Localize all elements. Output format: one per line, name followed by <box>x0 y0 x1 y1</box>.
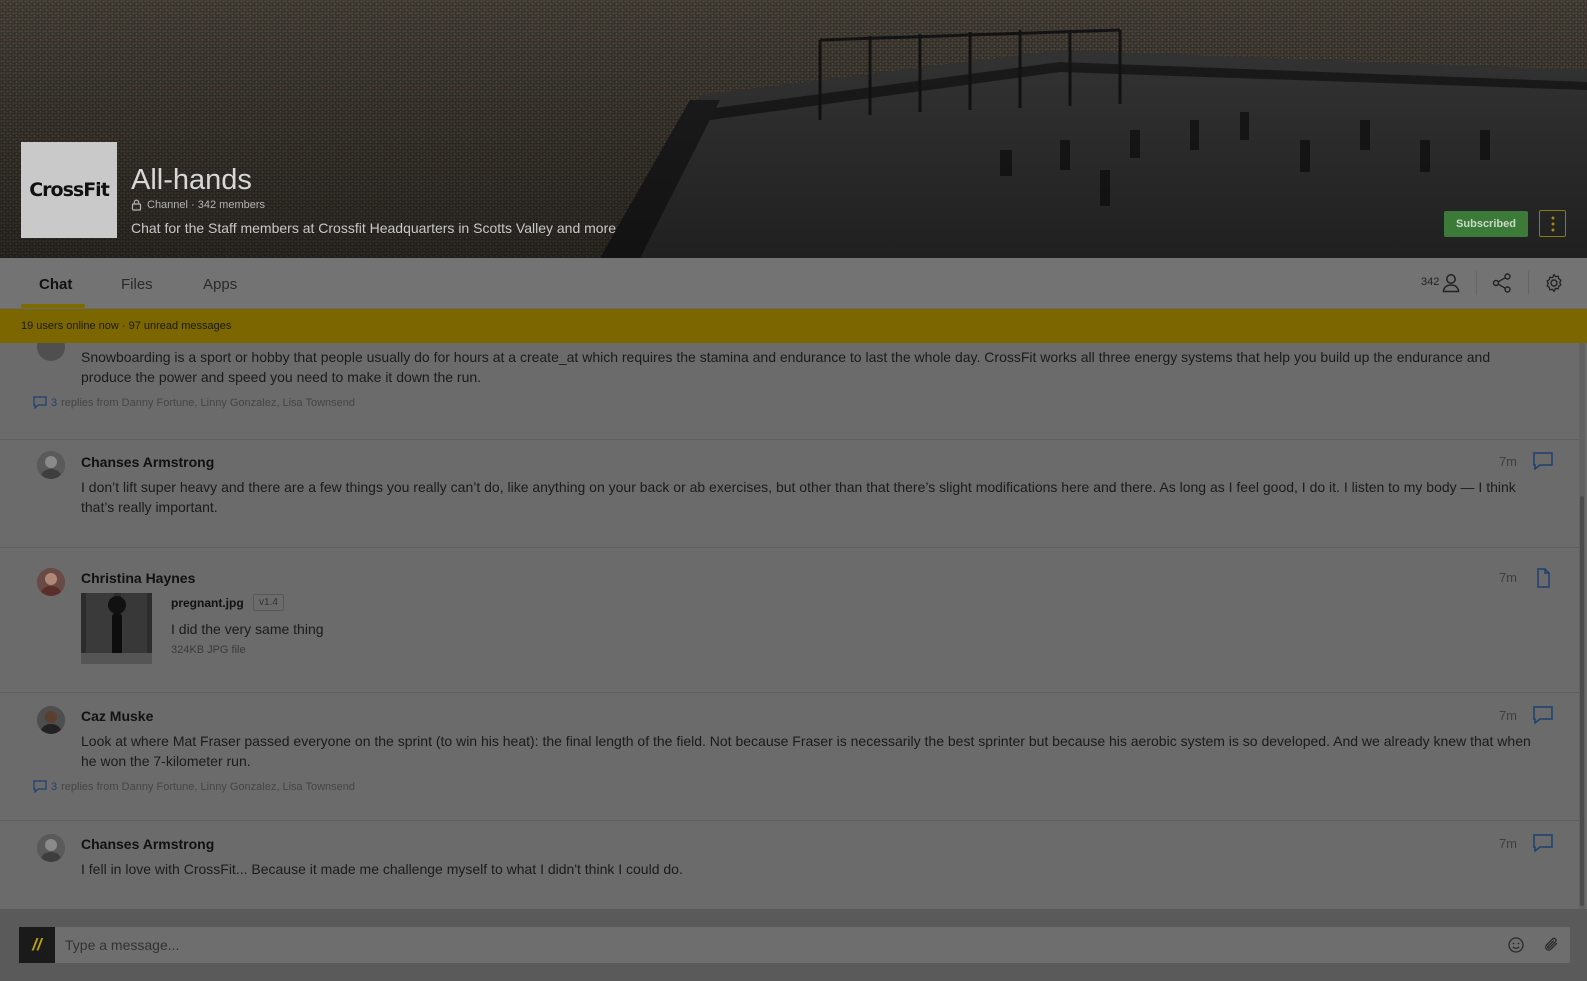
file-name[interactable]: pregnant.jpg <box>171 596 244 610</box>
logo-text: CrossFit <box>29 179 110 201</box>
channel-title: All-hands <box>131 164 252 196</box>
message-time: 7m <box>1498 454 1517 469</box>
message-item: Caz Muske 7m Look at where Mat Fraser pa… <box>0 693 1580 821</box>
unread-banner-text: 19 users online now · 97 unread messages <box>21 320 232 332</box>
file-icon[interactable] <box>1532 568 1554 588</box>
more-options-button[interactable] <box>1539 210 1566 237</box>
members-count[interactable]: 342 <box>1421 276 1439 288</box>
thread-replies[interactable]: 3 replies from Danny Fortune, Linny Gonz… <box>33 396 355 409</box>
subscribed-button[interactable]: Subscribed <box>1444 211 1528 237</box>
emoji-icon[interactable] <box>1507 936 1525 954</box>
lock-icon <box>131 199 142 211</box>
message-author[interactable]: Christina Haynes <box>81 570 195 586</box>
unread-banner[interactable]: 19 users online now · 97 unread messages <box>0 309 1587 343</box>
reply-count: 3 <box>51 780 58 793</box>
thread-replies[interactable]: 3 replies from Danny Fortune, Linny Gonz… <box>33 780 355 793</box>
reply-text: replies from Danny Fortune, Linny Gonzal… <box>61 396 356 409</box>
message-item: Christina Haynes 7m pregnant.jpg v1.4 I … <box>0 548 1580 693</box>
avatar <box>37 568 65 596</box>
message-author[interactable]: Chanses Armstrong <box>81 836 214 852</box>
message-time: 7m <box>1498 570 1517 585</box>
tab-files[interactable]: Files <box>121 276 153 293</box>
toolbar-divider <box>1528 271 1529 295</box>
comment-icon <box>33 396 47 409</box>
message-item: Snowboarding is a sport or hobby that pe… <box>0 343 1580 440</box>
tab-bar: Chat Files Apps 342 <box>0 258 1587 309</box>
settings-icon[interactable] <box>1543 272 1565 294</box>
file-caption: I did the very same thing <box>171 621 324 637</box>
message-item: Chanses Armstrong 7m I fell in love with… <box>0 821 1580 909</box>
channel-meta-text: Channel · 342 members <box>147 199 266 211</box>
message-time: 7m <box>1498 708 1517 723</box>
composer: // <box>19 927 1570 963</box>
channel-meta: Channel · 342 members <box>131 199 265 211</box>
message-body: Snowboarding is a sport or hobby that pe… <box>81 349 1491 385</box>
file-version-badge[interactable]: v1.4 <box>253 594 284 611</box>
file-thumbnail[interactable] <box>81 593 152 664</box>
message-input[interactable] <box>65 927 1445 963</box>
scrollbar-thumb[interactable] <box>1580 496 1584 906</box>
message-author[interactable]: Chanses Armstrong <box>81 454 214 470</box>
file-meta: 324KB JPG file <box>171 644 246 656</box>
channel-header: CrossFit All-hands Channel · 342 members… <box>0 0 1587 258</box>
reply-text: replies from Danny Fortune, Linny Gonzal… <box>61 780 356 793</box>
avatar <box>37 834 65 862</box>
comment-icon[interactable] <box>1532 451 1554 471</box>
channel-description: Chat for the Staff members at Crossfit H… <box>131 220 617 236</box>
avatar <box>37 451 65 479</box>
message-body: Look at where Mat Fraser passed everyone… <box>81 733 1531 769</box>
comment-icon[interactable] <box>1532 833 1554 853</box>
avatar <box>37 343 65 361</box>
attach-icon[interactable] <box>1543 936 1561 954</box>
message-time: 7m <box>1498 836 1517 851</box>
channel-logo: CrossFit <box>21 142 117 238</box>
message-body: I fell in love with CrossFit... Because … <box>81 861 683 877</box>
tab-apps[interactable]: Apps <box>203 276 237 293</box>
reply-count: 3 <box>51 396 58 409</box>
comment-icon[interactable] <box>1532 705 1554 725</box>
message-item: Chanses Armstrong 7m I don’t lift super … <box>0 440 1580 548</box>
more-vertical-icon <box>1551 216 1554 231</box>
message-list[interactable]: Snowboarding is a sport or hobby that pe… <box>0 343 1587 909</box>
tab-chat[interactable]: Chat <box>39 276 72 293</box>
share-icon[interactable] <box>1491 272 1513 294</box>
toolbar-divider <box>1476 271 1477 295</box>
comment-icon <box>33 780 47 793</box>
composer-area: // <box>0 909 1587 981</box>
active-tab-indicator <box>21 304 85 308</box>
message-body: I don’t lift super heavy and there are a… <box>81 479 1516 515</box>
command-button[interactable]: // <box>19 927 55 963</box>
message-author[interactable]: Caz Muske <box>81 708 153 724</box>
members-icon[interactable] <box>1440 272 1462 294</box>
avatar <box>37 706 65 734</box>
